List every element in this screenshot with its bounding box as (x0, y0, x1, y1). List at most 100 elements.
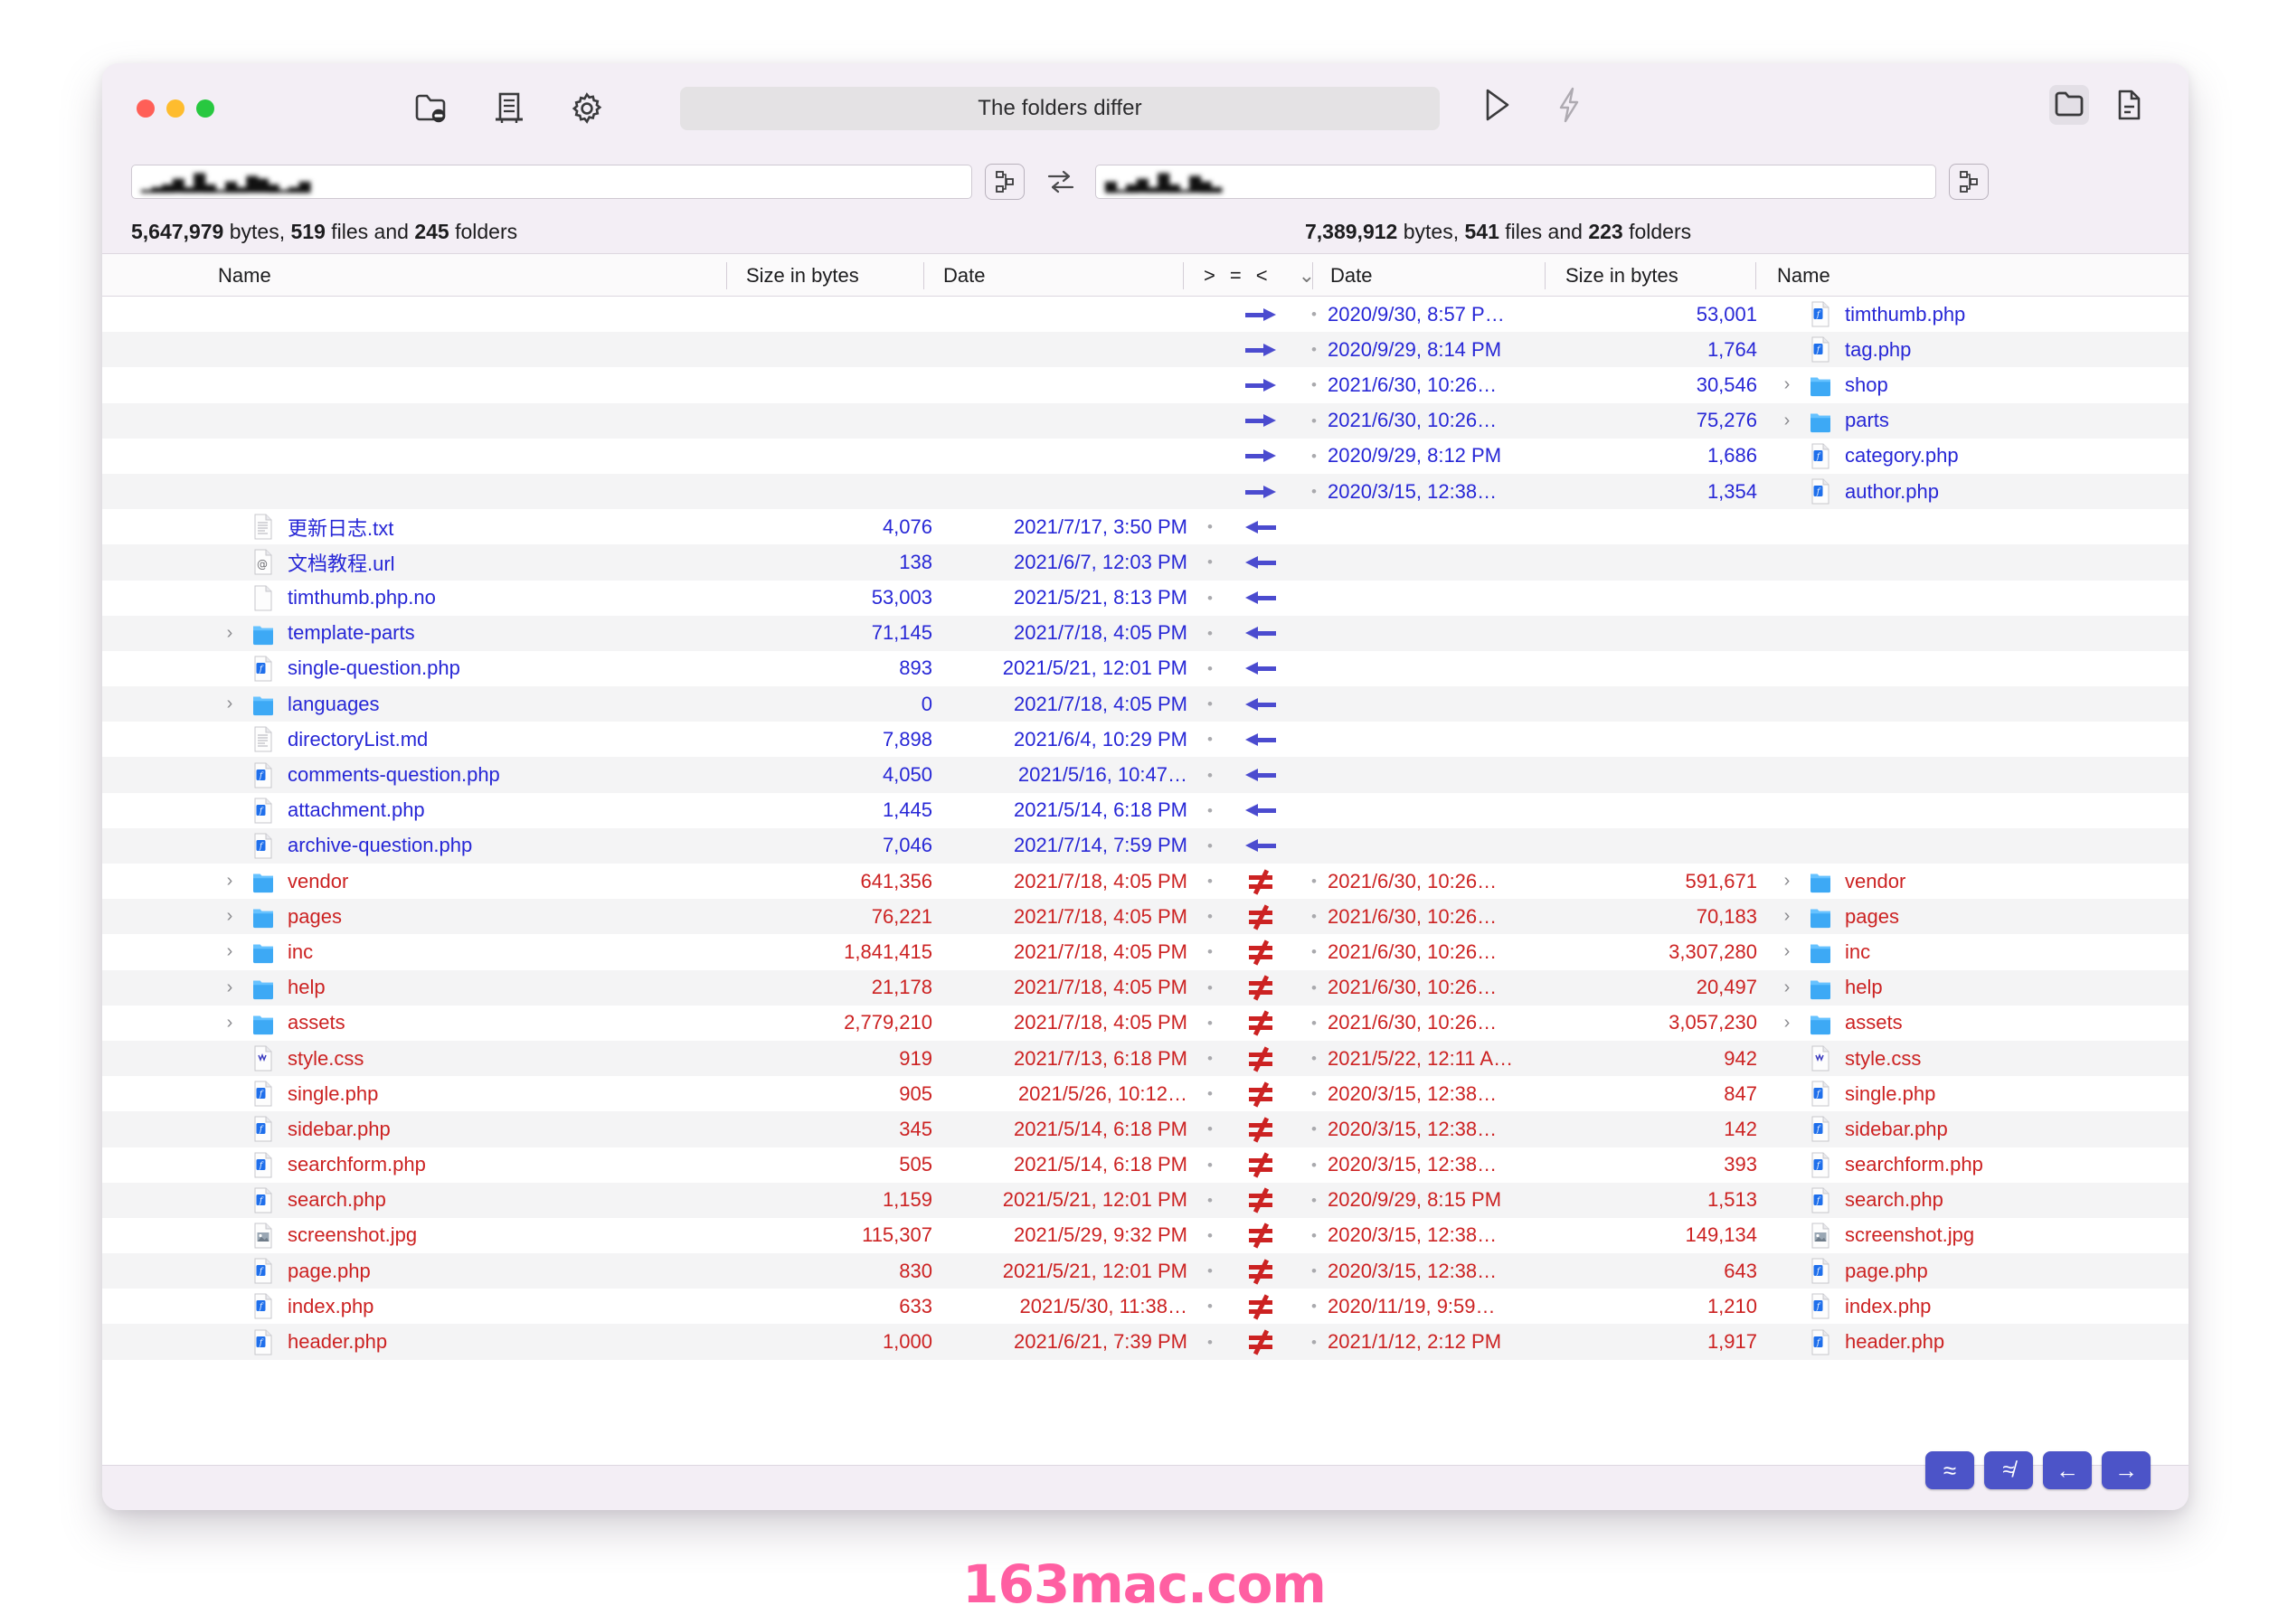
right-disclosure-triangle[interactable] (1775, 1147, 1799, 1183)
left-disclosure-triangle[interactable] (218, 1111, 241, 1147)
minimize-button[interactable] (166, 99, 184, 118)
left-file-name[interactable]: single-question.php (288, 651, 758, 686)
right-disclosure-triangle[interactable] (1775, 1076, 1799, 1111)
left-file-name[interactable]: header.php (288, 1324, 758, 1359)
right-disclosure-triangle[interactable] (1775, 1289, 1799, 1324)
table-row[interactable]: › assets 2,779,210 2021/7/18, 4:05 PM • • 2021… (102, 1005, 2189, 1041)
right-file-name[interactable]: header.php (1845, 1324, 2189, 1359)
right-file-name[interactable]: search.php (1845, 1183, 2189, 1218)
play-icon[interactable] (1477, 85, 1517, 125)
compare-indicator[interactable] (1237, 970, 1284, 1006)
copy-left-button[interactable]: ← (2043, 1451, 2092, 1489)
arrow-right-icon[interactable] (1245, 411, 1276, 430)
table-row[interactable]: style.css 919 2021/7/13, 6:18 PM • • 2021/5/2… (102, 1040, 2189, 1077)
table-row[interactable]: @ 文档教程.url 138 2021/6/7, 12:03 PM • (102, 544, 2189, 581)
compare-indicator[interactable] (1237, 474, 1284, 509)
table-row[interactable]: f attachment.php 1,445 2021/5/14, 6:18 PM • (102, 792, 2189, 828)
not-equal-icon[interactable] (1247, 1081, 1274, 1108)
table-row[interactable]: f sidebar.php 345 2021/5/14, 6:18 PM • • 2020/… (102, 1111, 2189, 1147)
left-file-name[interactable]: assets (288, 1006, 758, 1041)
right-disclosure-triangle[interactable] (1775, 439, 1799, 474)
not-equal-icon[interactable] (1247, 904, 1274, 930)
left-disclosure-triangle[interactable]: › (218, 686, 241, 722)
right-file-name[interactable]: style.css (1845, 1041, 2189, 1076)
right-file-name[interactable]: help (1845, 970, 2189, 1006)
compare-indicator[interactable] (1237, 1289, 1284, 1324)
zoom-button[interactable] (196, 99, 214, 118)
not-approximately-equal-button[interactable]: ≉ (1984, 1451, 2033, 1489)
right-file-name[interactable]: page.php (1845, 1253, 2189, 1289)
compare-indicator[interactable] (1237, 544, 1284, 580)
left-file-name[interactable]: screenshot.jpg (288, 1218, 758, 1253)
compare-indicator[interactable] (1237, 297, 1284, 332)
compare-indicator[interactable] (1237, 1041, 1284, 1076)
left-disclosure-triangle[interactable] (218, 581, 241, 616)
compare-op-equal[interactable]: = (1230, 264, 1242, 288)
right-file-name[interactable]: category.php (1845, 439, 2189, 474)
arrow-right-icon[interactable] (1245, 376, 1276, 394)
compare-indicator[interactable] (1237, 439, 1284, 474)
compare-indicator[interactable] (1237, 934, 1284, 969)
comparison-table[interactable]: • 2020/9/30, 8:57 P… 53,001 f timthumb.php • 2… (102, 297, 2189, 1465)
left-disclosure-triangle[interactable]: › (218, 899, 241, 934)
right-file-name[interactable]: author.php (1845, 474, 2189, 509)
left-disclosure-triangle[interactable] (218, 1289, 241, 1324)
compare-indicator[interactable] (1237, 864, 1284, 899)
not-equal-icon[interactable] (1247, 1045, 1274, 1072)
arrow-left-icon[interactable] (1245, 589, 1276, 607)
right-disclosure-triangle[interactable] (1775, 474, 1799, 509)
compare-indicator[interactable] (1237, 722, 1284, 757)
left-path-input[interactable]: ▁▂▃▅▂▇▃▁▄▂▆▅▃▁▂▄ (131, 165, 972, 199)
table-row[interactable]: f archive-question.php 7,046 2021/7/14, 7:5… (102, 827, 2189, 864)
right-file-name[interactable]: sidebar.php (1845, 1111, 2189, 1147)
arrow-right-icon[interactable] (1245, 483, 1276, 501)
left-disclosure-triangle[interactable] (218, 757, 241, 792)
left-file-name[interactable]: style.css (288, 1041, 758, 1076)
table-row[interactable]: f single.php 905 2021/5/26, 10:12… • • 2020/3/… (102, 1076, 2189, 1112)
table-row[interactable]: • 2020/9/29, 8:14 PM 1,764 f tag.php (102, 332, 2189, 368)
right-disclosure-triangle[interactable] (1775, 332, 1799, 367)
right-file-name[interactable]: screenshot.jpg (1845, 1218, 2189, 1253)
left-file-name[interactable]: sidebar.php (288, 1111, 758, 1147)
right-disclosure-triangle[interactable] (1775, 297, 1799, 332)
left-file-name[interactable]: vendor (288, 864, 758, 899)
right-disclosure-triangle[interactable]: › (1775, 899, 1799, 934)
left-disclosure-triangle[interactable] (218, 651, 241, 686)
left-disclosure-triangle[interactable] (218, 544, 241, 580)
left-disclosure-triangle[interactable] (218, 1183, 241, 1218)
right-disclosure-triangle[interactable]: › (1775, 864, 1799, 899)
right-file-name[interactable]: tag.php (1845, 332, 2189, 367)
arrow-left-icon[interactable] (1245, 695, 1276, 713)
table-row[interactable]: • 2020/3/15, 12:38… 1,354 f author.php (102, 473, 2189, 510)
table-row[interactable]: › template-parts 71,145 2021/7/18, 4:05 PM • (102, 615, 2189, 651)
document-list-icon[interactable] (489, 89, 529, 128)
right-disclosure-triangle[interactable] (1775, 1324, 1799, 1359)
left-file-name[interactable]: template-parts (288, 616, 758, 651)
not-equal-icon[interactable] (1247, 1223, 1274, 1250)
not-equal-icon[interactable] (1247, 1152, 1274, 1178)
right-file-name[interactable]: index.php (1845, 1289, 2189, 1324)
left-disclosure-triangle[interactable]: › (218, 970, 241, 1006)
left-file-name[interactable]: inc (288, 934, 758, 969)
compare-indicator[interactable] (1237, 1324, 1284, 1359)
compare-indicator[interactable] (1237, 651, 1284, 686)
left-disclosure-triangle[interactable] (218, 1147, 241, 1183)
right-file-name[interactable]: vendor (1845, 864, 2189, 899)
table-row[interactable]: f searchform.php 505 2021/5/14, 6:18 PM • • 20… (102, 1147, 2189, 1183)
table-row[interactable]: • 2020/9/29, 8:12 PM 1,686 f category.php (102, 438, 2189, 474)
compare-op-greater[interactable]: > (1204, 264, 1215, 288)
left-disclosure-triangle[interactable] (218, 828, 241, 864)
arrow-right-icon[interactable] (1245, 447, 1276, 465)
compare-indicator[interactable] (1237, 899, 1284, 934)
right-file-name[interactable]: assets (1845, 1006, 2189, 1041)
left-file-name[interactable]: page.php (288, 1253, 758, 1289)
left-disclosure-triangle[interactable]: › (218, 864, 241, 899)
table-row[interactable]: timthumb.php.no 53,003 2021/5/21, 8:13 PM • (102, 580, 2189, 616)
right-file-name[interactable]: searchform.php (1845, 1147, 2189, 1183)
left-file-name[interactable]: 文档教程.url (288, 544, 758, 580)
table-row[interactable]: › help 21,178 2021/7/18, 4:05 PM • • 2021/6/30… (102, 969, 2189, 1006)
left-file-name[interactable]: directoryList.md (288, 722, 758, 757)
swap-sides-button[interactable] (1039, 164, 1083, 200)
arrow-left-icon[interactable] (1245, 553, 1276, 571)
file-compare-icon[interactable] (2109, 85, 2149, 125)
